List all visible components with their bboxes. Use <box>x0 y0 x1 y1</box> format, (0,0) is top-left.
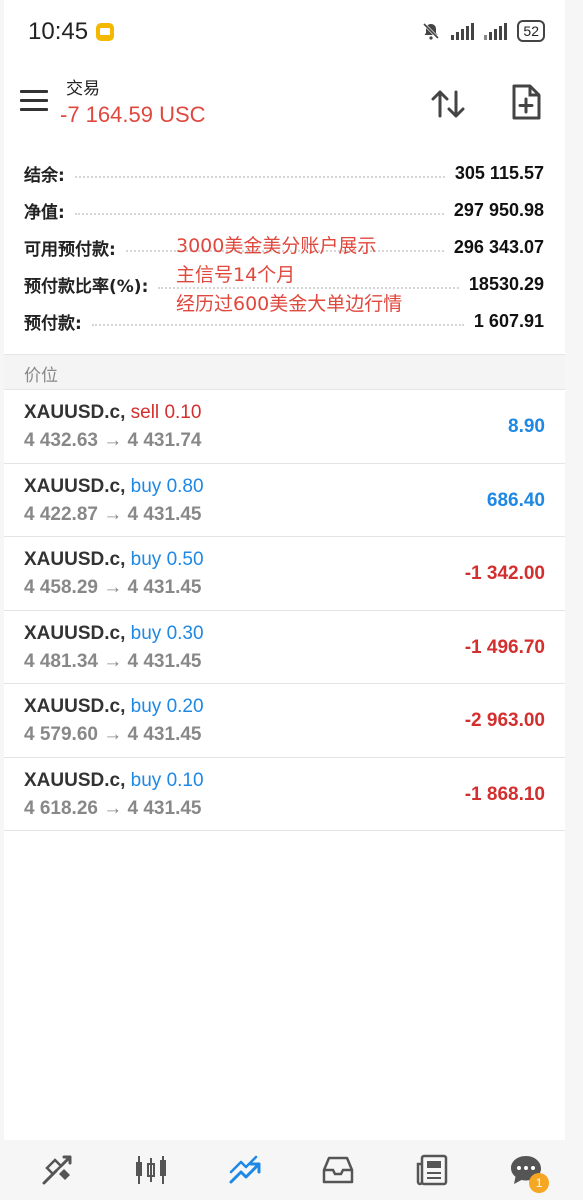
quotes-icon <box>42 1155 72 1185</box>
menu-icon[interactable] <box>20 90 48 112</box>
positions-list: XAUUSD.c, sell 0.10 4 432.63 → 4 431.74 … <box>4 390 565 831</box>
position-prices: 4 579.60 → 4 431.45 <box>24 724 202 745</box>
position-row[interactable]: XAUUSD.c, buy 0.50 4 458.29 → 4 431.45 -… <box>4 537 565 611</box>
position-side: buy <box>130 549 162 570</box>
summary-row-equity: 净值: 297 950.98 <box>24 195 544 225</box>
messages-badge: 1 <box>529 1173 550 1193</box>
chart-icon <box>135 1156 166 1184</box>
overlay-line: 3000美金美分账户展示 <box>176 235 377 257</box>
mute-bell-icon <box>421 21 441 41</box>
status-time: 10:45 <box>28 18 89 45</box>
position-side: buy <box>130 475 162 497</box>
news-icon <box>416 1154 448 1186</box>
nav-messages[interactable]: 1 <box>503 1147 550 1193</box>
notification-app-icon <box>96 23 114 41</box>
position-row[interactable]: XAUUSD.c, sell 0.10 4 432.63 → 4 431.74 … <box>4 390 565 464</box>
position-symbol: XAUUSD.c, <box>24 549 126 570</box>
summary-label: 结余: <box>24 165 65 186</box>
position-profit: 8.90 <box>508 416 545 437</box>
battery-indicator: 52 <box>517 20 545 42</box>
summary-value: 297 950.98 <box>453 199 544 220</box>
position-volume: 0.30 <box>166 622 204 644</box>
position-prices: 4 481.34 → 4 431.45 <box>24 650 202 672</box>
sort-icon[interactable] <box>428 84 468 124</box>
position-prices: 4 618.26 → 4 431.45 <box>24 797 202 819</box>
position-profit: -1 342.00 <box>464 563 545 584</box>
summary-label: 净值: <box>24 202 65 223</box>
history-icon <box>323 1156 354 1184</box>
position-side: sell <box>130 402 160 423</box>
position-volume: 0.80 <box>166 475 204 497</box>
nav-history[interactable] <box>315 1147 361 1193</box>
app-frame: 10:45 52 交易 -7 164.59 USC 结余: 305 115.57… <box>4 0 565 1140</box>
trade-icon <box>229 1155 261 1184</box>
position-side: buy <box>130 696 162 717</box>
position-symbol: XAUUSD.c, <box>24 696 126 717</box>
summary-label: 可用预付款: <box>24 239 116 260</box>
summary-label: 预付款比率(%): <box>24 276 149 297</box>
position-volume: 0.10 <box>166 769 204 791</box>
position-side: buy <box>130 622 162 644</box>
position-profit: -2 963.00 <box>464 710 545 731</box>
position-row[interactable]: XAUUSD.c, buy 0.80 4 422.87 → 4 431.45 6… <box>4 464 565 537</box>
page-title: 交易 <box>66 79 100 99</box>
position-symbol: XAUUSD.c, <box>24 402 126 423</box>
new-order-icon[interactable] <box>508 82 544 122</box>
position-title: XAUUSD.c, buy 0.30 <box>24 623 204 645</box>
position-profit: 686.40 <box>486 489 545 511</box>
position-symbol: XAUUSD.c, <box>24 475 126 497</box>
summary-value: 296 343.07 <box>453 236 544 257</box>
position-row[interactable]: XAUUSD.c, buy 0.20 4 579.60 → 4 431.45 -… <box>4 684 565 758</box>
position-prices: 4 458.29 → 4 431.45 <box>24 577 202 598</box>
total-profit: -7 164.59 USC <box>60 102 206 127</box>
summary-row-balance: 结余: 305 115.57 <box>24 158 544 188</box>
summary-dots <box>74 205 444 215</box>
nav-news[interactable] <box>409 1147 455 1193</box>
bottom-navigation: 1 <box>0 1140 583 1200</box>
overlay-line: 经历过600美金大单边行情 <box>176 293 403 315</box>
positions-section-header: 价位 <box>4 354 565 390</box>
position-symbol: XAUUSD.c, <box>24 622 126 644</box>
position-title: XAUUSD.c, buy 0.80 <box>24 476 204 498</box>
summary-label: 预付款: <box>24 313 82 334</box>
overlay-annotation: 3000美金美分账户展示 主信号14个月 经历过600美金大单边行情 <box>176 232 402 319</box>
nav-trade[interactable] <box>222 1147 268 1193</box>
position-title: XAUUSD.c, buy 0.20 <box>24 696 204 718</box>
summary-value: 18530.29 <box>468 273 544 294</box>
trade-header: 交易 -7 164.59 USC <box>4 66 565 146</box>
summary-dots <box>74 168 445 178</box>
position-volume: 0.10 <box>164 402 202 423</box>
position-symbol: XAUUSD.c, <box>24 769 126 791</box>
position-volume: 0.50 <box>166 549 204 570</box>
signal-icon-2 <box>484 22 508 40</box>
position-row[interactable]: XAUUSD.c, buy 0.30 4 481.34 → 4 431.45 -… <box>4 611 565 684</box>
app-screen: 10:45 52 交易 -7 164.59 USC 结余: 305 115.57… <box>0 0 583 1200</box>
status-bar: 10:45 52 <box>4 0 565 66</box>
nav-chart[interactable] <box>128 1147 174 1193</box>
position-profit: -1 868.10 <box>464 783 545 805</box>
overlay-line: 主信号14个月 <box>176 264 296 286</box>
status-indicators: 52 <box>421 20 545 42</box>
summary-value: 305 115.57 <box>454 162 544 183</box>
position-row[interactable]: XAUUSD.c, buy 0.10 4 618.26 → 4 431.45 -… <box>4 758 565 831</box>
summary-value: 1 607.91 <box>473 310 544 331</box>
signal-icon <box>451 22 475 40</box>
position-title: XAUUSD.c, buy 0.10 <box>24 770 204 792</box>
position-title: XAUUSD.c, buy 0.50 <box>24 549 204 571</box>
position-prices: 4 422.87 → 4 431.45 <box>24 503 202 525</box>
section-label: 价位 <box>24 366 58 386</box>
position-volume: 0.20 <box>166 696 204 717</box>
position-title: XAUUSD.c, sell 0.10 <box>24 402 201 424</box>
position-prices: 4 432.63 → 4 431.74 <box>24 430 202 451</box>
position-side: buy <box>130 769 162 791</box>
nav-quotes[interactable] <box>34 1147 80 1193</box>
position-profit: -1 496.70 <box>464 636 545 658</box>
